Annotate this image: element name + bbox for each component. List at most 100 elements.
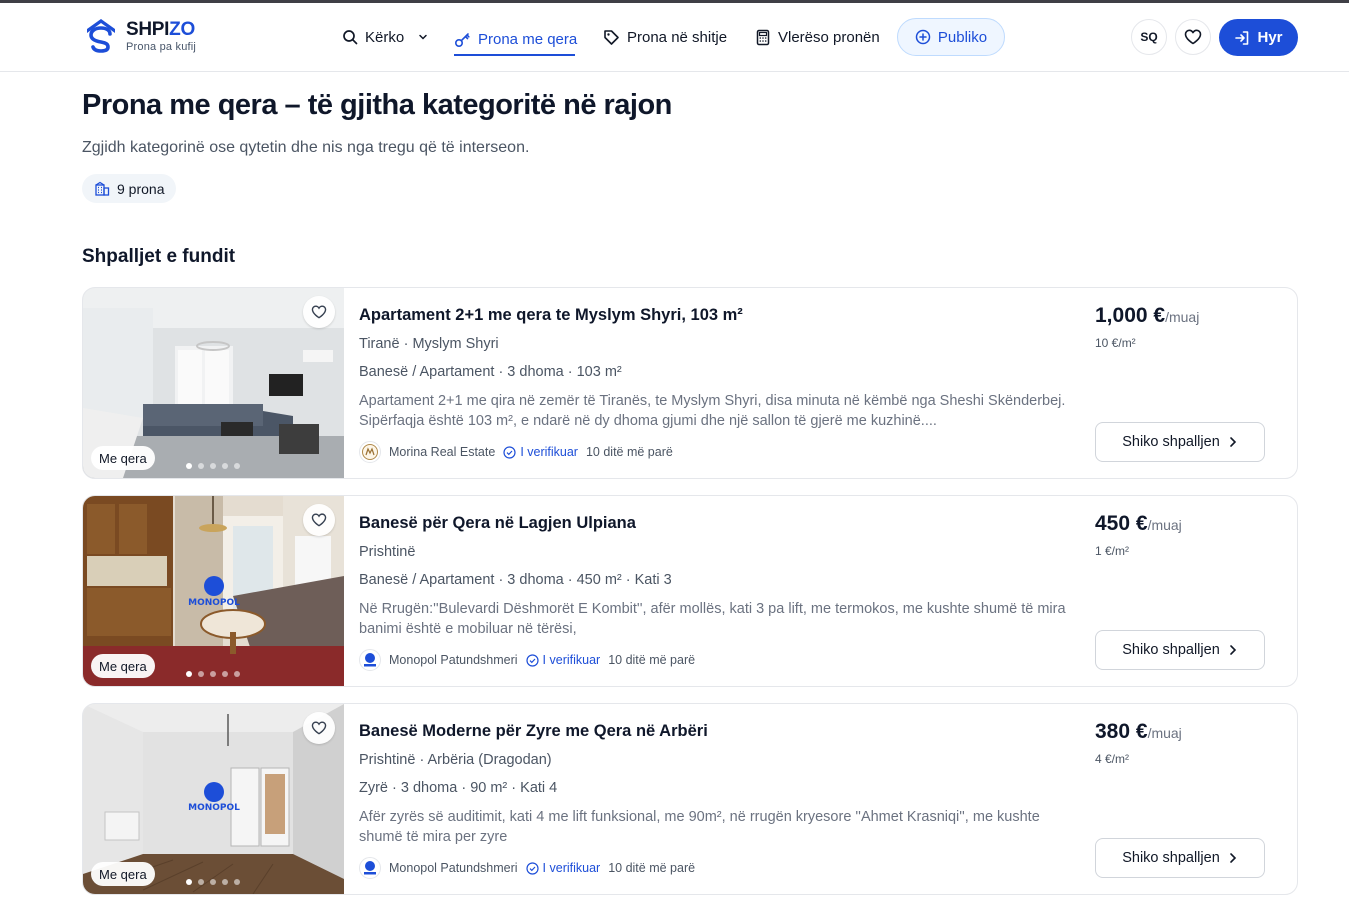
listing-description: Afër zyrës së auditimit, kati 4 me lift … <box>359 809 1040 845</box>
carousel-dots[interactable] <box>186 671 240 677</box>
language-switcher[interactable]: SQ <box>1131 19 1167 55</box>
nav-valuate[interactable]: Vlerëso pronën <box>755 17 883 57</box>
page-subtitle: Zgjidh kategorinë ose qytetin dhe nis ng… <box>82 139 530 156</box>
listing-card[interactable]: Me qera Apartament 2+1 me qera te Myslym… <box>82 287 1298 479</box>
nav-rent-label: Prona me qera <box>478 30 578 48</box>
favorites-button[interactable] <box>1175 19 1211 55</box>
agent-logo <box>359 857 381 879</box>
nav-search-label: Kërko <box>365 28 405 46</box>
carousel-dots[interactable] <box>186 463 240 469</box>
login-label: Hyr <box>1257 29 1283 46</box>
agent-logo-icon <box>364 653 376 667</box>
listing-card[interactable]: MONOPOL Me qera Banesë për Qera në Lagje… <box>82 495 1298 687</box>
heart-icon <box>1184 29 1202 45</box>
building-icon <box>95 181 110 196</box>
listing-meta: Banesë / Apartament · 3 dhoma · 450 m² ·… <box>359 572 672 588</box>
check-circle-icon <box>525 653 539 667</box>
listing-type-badge: Me qera <box>91 654 155 678</box>
brand-name: SHPIZO <box>126 18 195 40</box>
verified-label: I verifikuar <box>520 445 578 459</box>
view-listing-button[interactable]: Shiko shpalljen <box>1095 630 1265 670</box>
listing-location: Tiranë · Myslym Shyri <box>359 336 499 352</box>
nav-sale[interactable]: Prona në shitje <box>603 17 727 57</box>
listing-type-badge: Me qera <box>91 862 155 886</box>
nav-valuate-label: Vlerëso pronën <box>778 28 880 46</box>
listing-age: 10 ditë më parë <box>608 861 696 875</box>
site-logo[interactable]: SHPIZO Prona pa kufij <box>84 17 196 55</box>
heart-icon <box>311 513 327 527</box>
listing-meta: Zyrë · 3 dhoma · 90 m² · Kati 4 <box>359 780 558 796</box>
section-title: Shpalljet e fundit <box>82 246 236 267</box>
favorite-toggle[interactable] <box>303 712 335 744</box>
carousel-dots[interactable] <box>186 879 240 885</box>
price-per-m2: 10 €/m² <box>1095 336 1136 350</box>
publish-button[interactable]: Publiko <box>897 18 1005 56</box>
listing-agent-row: Morina Real Estate I verifikuar 10 ditë … <box>359 441 673 463</box>
price-value: 450 € <box>1095 512 1148 535</box>
watermark-text: MONOPOL <box>188 598 240 608</box>
listing-card[interactable]: MONOPOL Me qera Banesë Moderne për Zyre … <box>82 703 1298 895</box>
view-listing-label: Shiko shpalljen <box>1122 850 1220 866</box>
listing-agent-row: Monopol Patundshmeri I verifikuar 10 dit… <box>359 857 695 879</box>
listing-title[interactable]: Apartament 2+1 me qera te Myslym Shyri, … <box>359 306 743 325</box>
listing-meta: Banesë / Apartament · 3 dhoma · 103 m² <box>359 364 622 380</box>
view-listing-button[interactable]: Shiko shpalljen <box>1095 838 1265 878</box>
favorite-toggle[interactable] <box>303 504 335 536</box>
price-unit: /muaj <box>1147 725 1182 741</box>
agent-name[interactable]: Morina Real Estate <box>389 445 495 459</box>
agent-logo-icon <box>364 861 376 875</box>
plus-circle-icon <box>915 29 931 45</box>
price-value: 380 € <box>1095 720 1148 743</box>
nav-rent[interactable]: Prona me qera <box>454 24 578 56</box>
listing-price: 380 €/muaj <box>1095 720 1182 744</box>
listing-price: 450 €/muaj <box>1095 512 1182 536</box>
brand-tagline: Prona pa kufij <box>126 40 197 53</box>
price-value: 1,000 € <box>1095 304 1166 327</box>
tag-icon <box>604 29 619 45</box>
listing-description: Apartament 2+1 me qira në zemër të Tiran… <box>359 393 1066 429</box>
calculator-icon <box>756 29 770 45</box>
listing-location: Prishtinë · Arbëria (Dragodan) <box>359 752 552 768</box>
listing-photo[interactable]: Me qera <box>83 288 344 478</box>
agent-name[interactable]: Monopol Patundshmeri <box>389 861 518 875</box>
listing-location: Prishtinë <box>359 544 416 560</box>
heart-icon <box>311 721 327 735</box>
login-button[interactable]: Hyr <box>1219 19 1298 56</box>
agent-name[interactable]: Monopol Patundshmeri <box>389 653 518 667</box>
listing-age: 10 ditë më parë <box>585 445 673 459</box>
chevron-right-icon <box>1229 645 1236 655</box>
listing-count-label: 9 prona <box>117 180 165 197</box>
price-unit: /muaj <box>1165 309 1200 325</box>
page-title: Prona me qera – të gjitha kategoritë në … <box>82 89 672 121</box>
nav-search[interactable]: Kërko <box>342 17 454 57</box>
chevron-right-icon <box>1229 853 1236 863</box>
listing-age: 10 ditë më parë <box>608 653 696 667</box>
listing-title[interactable]: Banesë Moderne për Zyre me Qera në Arbër… <box>359 722 708 741</box>
listing-type-badge: Me qera <box>91 446 155 470</box>
key-icon <box>454 32 470 47</box>
listing-price: 1,000 €/muaj <box>1095 304 1199 328</box>
login-icon <box>1235 30 1249 45</box>
logo-icon <box>87 19 115 53</box>
verified-badge: I verifikuar <box>525 861 601 875</box>
verified-label: I verifikuar <box>542 861 601 875</box>
view-listing-label: Shiko shpalljen <box>1122 434 1220 450</box>
check-circle-icon <box>525 861 539 875</box>
check-circle-icon <box>503 445 516 459</box>
chevron-right-icon <box>1229 437 1236 447</box>
agent-logo <box>359 441 381 463</box>
language-label: SQ <box>1140 30 1158 44</box>
view-listing-button[interactable]: Shiko shpalljen <box>1095 422 1265 462</box>
main-nav: Kërko Prona me qera Prona në shitje Vler… <box>342 17 883 57</box>
search-icon <box>343 30 358 45</box>
view-listing-label: Shiko shpalljen <box>1122 642 1220 658</box>
listing-count-badge: 9 prona <box>82 174 177 203</box>
favorite-toggle[interactable] <box>303 296 335 328</box>
heart-icon <box>311 305 327 319</box>
listing-title[interactable]: Banesë për Qera në Lagjen Ulpiana <box>359 514 636 533</box>
nav-sale-label: Prona në shitje <box>627 28 728 46</box>
listing-photo[interactable]: MONOPOL Me qera <box>83 704 344 894</box>
price-per-m2: 1 €/m² <box>1095 544 1130 558</box>
listing-photo[interactable]: MONOPOL Me qera <box>83 496 344 686</box>
listing-description: Në Rrugën:''Bulevardi Dëshmorët E Kombit… <box>359 601 1066 637</box>
